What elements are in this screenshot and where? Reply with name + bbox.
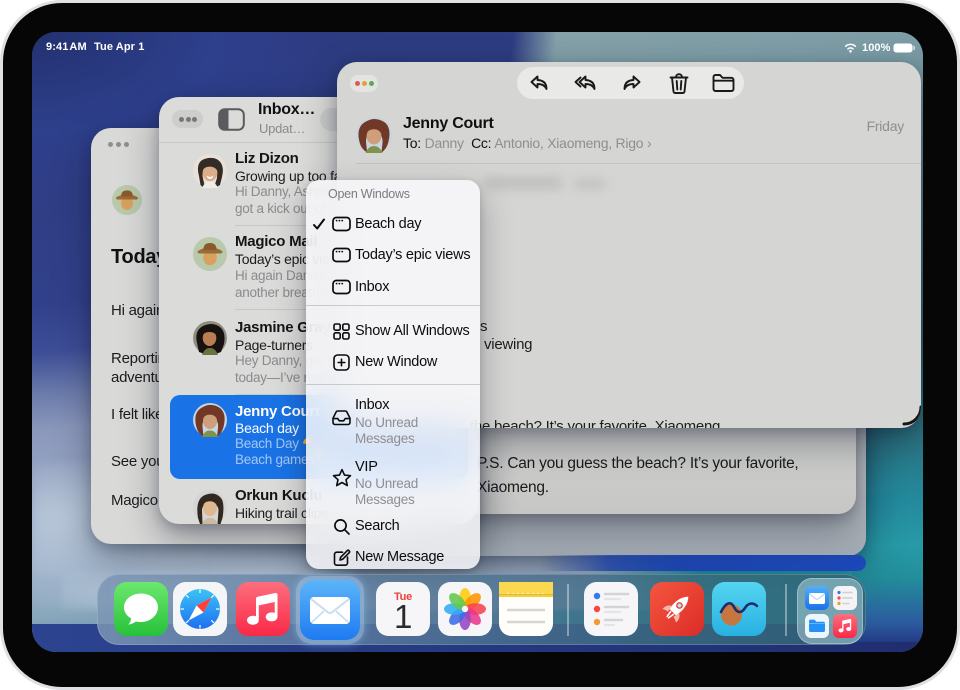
svg-text:1: 1 — [394, 598, 412, 635]
